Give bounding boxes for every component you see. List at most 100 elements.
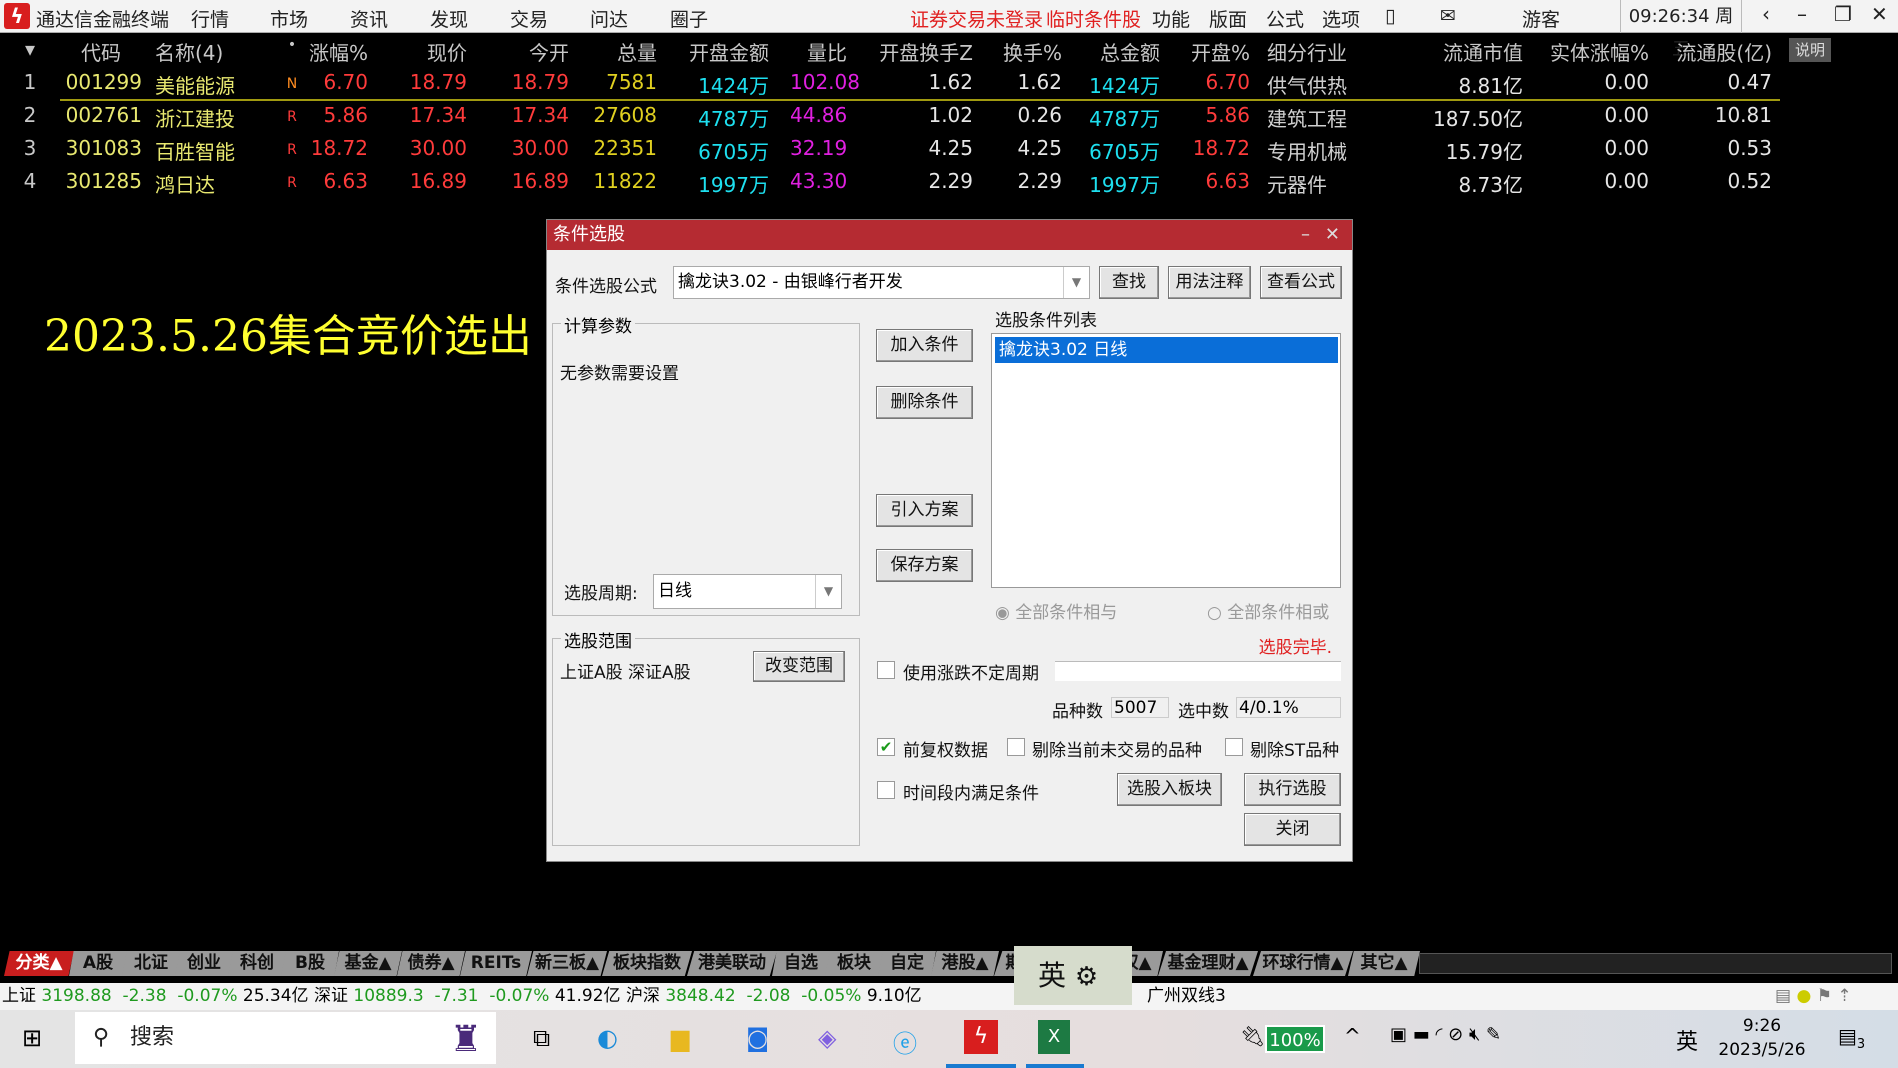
sort-icon[interactable]: ▾ [10, 37, 50, 61]
gear-icon[interactable]: ⚙ [1075, 962, 1098, 992]
col-opct[interactable]: 开盘% [1170, 37, 1250, 66]
in-period-checkbox[interactable] [877, 781, 895, 799]
edge-icon[interactable]: ◐ [597, 1024, 618, 1052]
change-range-button[interactable]: 改变范围 [753, 651, 845, 682]
clock-time[interactable]: 9:26 [1730, 1016, 1794, 1036]
explain-button[interactable]: 说明 [1789, 38, 1831, 62]
menu-formula[interactable]: 公式 [1266, 5, 1304, 32]
radio-and[interactable]: ◉ 全部条件相与 [995, 598, 1117, 623]
excel-icon[interactable]: X [1038, 1020, 1070, 1054]
col-vr[interactable]: 量比 [790, 37, 847, 66]
table-row[interactable]: 2 002761 浙江建投 R 5.86 17.34 17.34 27608 4787万 44.8… [0, 103, 1898, 133]
close-icon[interactable]: ✕ [1871, 2, 1888, 26]
col-turn[interactable]: 换手% [990, 37, 1062, 66]
tab-2[interactable]: 北证 [122, 951, 180, 976]
tab-7[interactable]: 债券▲ [397, 951, 465, 976]
back-icon[interactable]: ‹ [1762, 2, 1770, 26]
period-input[interactable] [1055, 661, 1341, 681]
tab-5[interactable]: B股 [281, 951, 339, 976]
exclude-st-checkbox[interactable] [1225, 738, 1243, 756]
status-icons[interactable]: ▤ ● ⚑ ⇡ [1775, 983, 1852, 1010]
tab-9[interactable]: 新三板▲ [527, 951, 607, 976]
tab-18[interactable]: 基金理财▲ [1158, 951, 1258, 976]
tab-8[interactable]: REITs [460, 951, 532, 976]
clock-date[interactable]: 2023/5/26 [1716, 1040, 1808, 1060]
usage-button[interactable]: 用法注释 [1168, 266, 1251, 299]
menu-market[interactable]: 市场 [270, 5, 308, 32]
col-price[interactable]: 现价 [390, 37, 467, 66]
delete-condition-button[interactable]: 删除条件 [876, 386, 973, 419]
tab-15[interactable]: 港股▲ [931, 951, 999, 976]
menu-options[interactable]: 选项 [1322, 5, 1360, 32]
col-shares[interactable]: 流通股(亿) [1660, 37, 1772, 66]
task-view-icon[interactable]: ⧉ [533, 1024, 550, 1052]
import-plan-button[interactable]: 引入方案 [876, 494, 973, 527]
close-icon[interactable]: ✕ [1325, 220, 1340, 250]
notification-icon[interactable]: ▤3 [1838, 1024, 1865, 1052]
col-oamt[interactable]: 开盘金额 [665, 37, 769, 66]
fq-checkbox[interactable]: ✔ [877, 738, 895, 756]
col-vol[interactable]: 总量 [580, 37, 657, 66]
tab-13[interactable]: 板块 [825, 951, 883, 976]
minimize-icon[interactable]: – [1797, 2, 1807, 26]
col-code[interactable]: 代码 [60, 37, 142, 66]
condition-list-item[interactable]: 擒龙诀3.02 日线 [995, 337, 1338, 363]
tab-14[interactable]: 自定 [878, 951, 936, 976]
tab-10[interactable]: 板块指数 [602, 951, 692, 976]
formula-select[interactable]: 擒龙诀3.02 - 由银峰行者开发 ▼ [673, 266, 1090, 299]
col-cap[interactable]: 流通市值 [1400, 37, 1523, 66]
tab-4[interactable]: 科创 [228, 951, 286, 976]
table-row[interactable]: 3 301083 百胜智能 R 18.72 30.00 30.00 22351 6705万 32.… [0, 136, 1898, 166]
menu-function[interactable]: 功能 [1152, 5, 1190, 32]
phone-icon[interactable]: ▯ [1385, 5, 1395, 27]
find-button[interactable]: 查找 [1099, 266, 1159, 299]
col-ind[interactable]: 细分行业 [1267, 37, 1397, 66]
menu-circle[interactable]: 圈子 [670, 5, 708, 32]
to-block-button[interactable]: 选股入板块 [1117, 773, 1222, 806]
restore-icon[interactable]: ❐ [1834, 2, 1852, 26]
menu-quotes[interactable]: 行情 [191, 5, 229, 32]
tabs-scrollbar[interactable] [1419, 953, 1892, 974]
view-formula-button[interactable]: 查看公式 [1260, 266, 1342, 299]
ime-toolbar[interactable]: 英 ⚙ [1014, 946, 1132, 1005]
execute-button[interactable]: 执行选股 [1244, 773, 1341, 806]
save-plan-button[interactable]: 保存方案 [876, 549, 973, 582]
add-condition-button[interactable]: 加入条件 [876, 329, 973, 362]
chevron-down-icon[interactable]: ▼ [1063, 267, 1089, 298]
col-chg[interactable]: 涨幅% [300, 37, 368, 66]
minimize-icon[interactable]: – [1301, 220, 1310, 250]
ime-indicator[interactable]: 英 [1676, 1024, 1698, 1056]
windows-start-icon[interactable]: ⊞ [22, 1024, 42, 1052]
table-row[interactable]: 4 301285 鸿日达 R 6.63 16.89 16.89 11822 1997万 43.30… [0, 169, 1898, 199]
radio-or[interactable]: ○ 全部条件相或 [1207, 598, 1329, 623]
table-row[interactable]: 1 001299 美能能源 N 6.70 18.79 18.79 7581 1424万 102.0… [0, 70, 1898, 100]
battery-level[interactable]: 100% [1265, 1025, 1325, 1053]
tab-11[interactable]: 港美联动 [687, 951, 777, 976]
tab-12[interactable]: 自选 [772, 951, 830, 976]
tab-20[interactable]: 其它▲ [1348, 951, 1420, 976]
exclude-untraded-checkbox[interactable] [1007, 738, 1025, 756]
chevron-up-icon[interactable]: ^ [1344, 1024, 1361, 1048]
condition-list[interactable]: 擒龙诀3.02 日线 [991, 333, 1341, 588]
ime-language[interactable]: 英 [1038, 959, 1066, 992]
tab-6[interactable]: 基金▲ [334, 951, 402, 976]
tab-1[interactable]: A股 [69, 951, 127, 976]
close-button[interactable]: 关闭 [1244, 813, 1341, 846]
col-oturn[interactable]: 开盘换手Z [855, 37, 973, 66]
temp-stocks[interactable]: 临时条件股 [1046, 5, 1141, 32]
mail-icon[interactable]: ✉ [1440, 5, 1456, 27]
tab-0[interactable]: 分类▲ [4, 951, 74, 976]
app-blue-icon[interactable]: ◙ [746, 1024, 769, 1052]
menu-discover[interactable]: 发现 [430, 5, 468, 32]
taskbar-search[interactable]: ⚲ 搜索 ♜ [75, 1012, 496, 1064]
menu-layout[interactable]: 版面 [1209, 5, 1247, 32]
use-period-checkbox[interactable] [877, 661, 895, 679]
menu-ask[interactable]: 问达 [590, 5, 628, 32]
ie-icon[interactable]: ⓔ [893, 1024, 917, 1059]
col-body[interactable]: 实体涨幅% [1530, 37, 1649, 66]
menu-trade[interactable]: 交易 [510, 5, 548, 32]
chevron-down-icon[interactable]: ▼ [815, 575, 841, 608]
period-select[interactable]: 日线 ▼ [653, 574, 842, 609]
app-purple-icon[interactable]: ◈ [818, 1024, 836, 1052]
user-label[interactable]: 游客 [1522, 5, 1560, 32]
